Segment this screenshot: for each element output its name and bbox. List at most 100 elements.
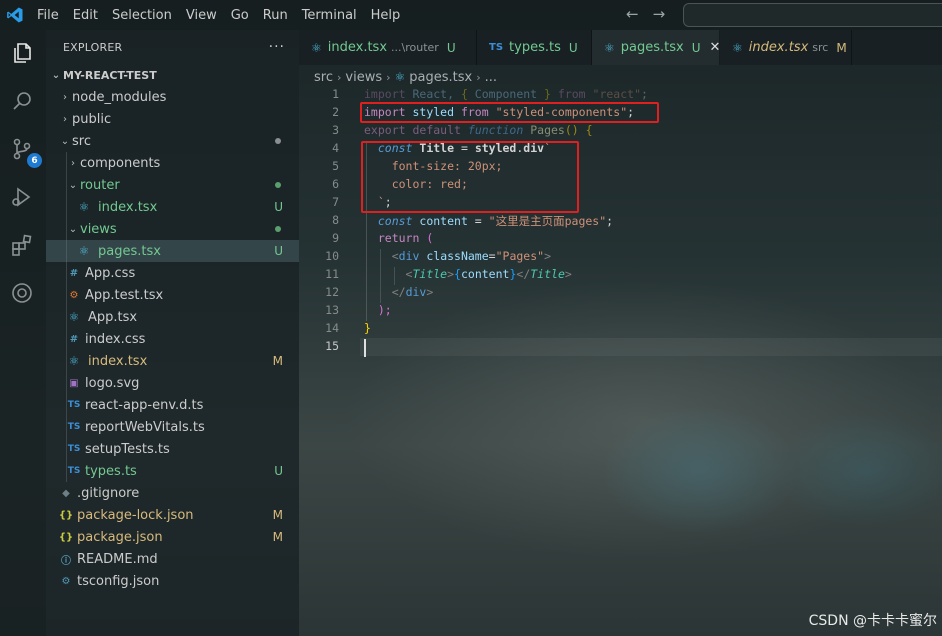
react-file-icon: ⚛ xyxy=(732,40,743,55)
indent-guide xyxy=(66,196,67,218)
tree-item-public[interactable]: › public xyxy=(46,108,299,130)
tree-item-logo-svg[interactable]: ▣ logo.svg xyxy=(46,372,299,394)
tree-item-views[interactable]: ⌄ views xyxy=(46,218,299,240)
tree-item-label: package-lock.json xyxy=(77,507,194,523)
menu-view[interactable]: View xyxy=(179,8,224,23)
css-file-icon: # xyxy=(69,267,79,279)
token: </ xyxy=(391,285,406,299)
line-number: 5 xyxy=(332,159,339,173)
breadcrumb-file[interactable]: pages.tsx xyxy=(409,70,472,85)
tree-item-node-modules[interactable]: › node_modules xyxy=(46,86,299,108)
tree-item-react-app-env[interactable]: TS react-app-env.d.ts xyxy=(46,394,299,416)
indent-guide xyxy=(66,328,67,350)
breadcrumb-src[interactable]: src xyxy=(314,70,333,85)
indent-guide xyxy=(66,152,67,174)
tree-item-app-test-tsx[interactable]: ⚙ App.test.tsx xyxy=(46,284,299,306)
current-line-highlight xyxy=(360,338,942,356)
extensions-icon[interactable] xyxy=(7,230,37,260)
ts-file-icon: TS xyxy=(67,400,81,410)
info-file-icon: ⓘ xyxy=(61,555,71,567)
token: > xyxy=(426,285,434,299)
tree-item-package-lock[interactable]: {} package-lock.json M xyxy=(46,504,299,526)
line-number: 14 xyxy=(325,321,339,335)
breadcrumb-views[interactable]: views xyxy=(345,70,382,85)
token: content xyxy=(460,267,510,281)
tree-item-types-ts[interactable]: TS types.ts U xyxy=(46,460,299,482)
tree-item-tsconfig[interactable]: ⚙ tsconfig.json xyxy=(46,570,299,592)
tree-item-index-css[interactable]: # index.css xyxy=(46,328,299,350)
chevron-right-icon: › xyxy=(336,70,342,84)
tab-git-status: U xyxy=(446,40,456,55)
chevron-down-icon: ⌄ xyxy=(60,135,70,147)
tab-label: index.tsx xyxy=(748,40,809,55)
tsconfig-file-icon: ⚙ xyxy=(61,575,71,587)
react-file-icon: ⚛ xyxy=(604,40,615,55)
tree-item-setup-tests[interactable]: TS setupTests.ts xyxy=(46,438,299,460)
tree-item-label: package.json xyxy=(77,529,163,545)
tree-item-pages-tsx[interactable]: ⚛ pages.tsx U xyxy=(46,240,299,262)
menu-run[interactable]: Run xyxy=(256,8,295,23)
token: React, xyxy=(405,87,461,101)
explorer-icon[interactable] xyxy=(7,38,37,68)
tree-item-app-css[interactable]: # App.css xyxy=(46,262,299,284)
token: ; xyxy=(606,214,614,228)
run-debug-icon[interactable] xyxy=(7,182,37,212)
tree-item-router-index-tsx[interactable]: ⚛ index.tsx U xyxy=(46,196,299,218)
tree-item-label: index.tsx xyxy=(88,353,148,369)
token: > xyxy=(447,267,455,281)
ts-file-icon: TS xyxy=(489,42,504,53)
token: </ xyxy=(516,267,531,281)
back-arrow-icon[interactable]: ← xyxy=(626,5,639,23)
tree-item-src-index-tsx[interactable]: ⚛ index.tsx M xyxy=(46,350,299,372)
tab-pages-tsx[interactable]: ⚛ pages.tsx U ✕ xyxy=(592,30,720,65)
tree-item-package-json[interactable]: {} package.json M xyxy=(46,526,299,548)
tab-types-ts[interactable]: TS types.ts U xyxy=(477,30,592,65)
token: { xyxy=(454,267,461,281)
token: { xyxy=(460,87,468,101)
more-actions-icon[interactable]: ··· xyxy=(269,39,285,55)
tab-src-index-tsx[interactable]: ⚛ index.tsx src M xyxy=(720,30,852,65)
line-number: 1 xyxy=(332,87,339,101)
tree-item-router[interactable]: ⌄ router xyxy=(46,174,299,196)
tree-item-src[interactable]: ⌄ src xyxy=(46,130,299,152)
menu-go[interactable]: Go xyxy=(224,8,256,23)
indent-guide xyxy=(66,240,67,262)
menu-terminal[interactable]: Terminal xyxy=(295,8,364,23)
source-control-icon[interactable]: 6 xyxy=(7,134,42,168)
tab-git-status: U xyxy=(568,40,578,55)
tree-item-report-web-vitals[interactable]: TS reportWebVitals.ts xyxy=(46,416,299,438)
menu-edit[interactable]: Edit xyxy=(66,8,105,23)
tree-item-label: App.css xyxy=(85,265,136,281)
token: export xyxy=(364,123,406,137)
code-line-3: export default function Pages() { xyxy=(364,123,593,137)
react-file-icon: ⚛ xyxy=(78,200,90,214)
tree-item-label: types.ts xyxy=(85,463,137,479)
code-line-9: return ( xyxy=(364,231,433,245)
tree-item-label: tsconfig.json xyxy=(77,573,160,589)
tree-item-app-tsx[interactable]: ⚛ App.tsx xyxy=(46,306,299,328)
line-number: 13 xyxy=(325,303,339,317)
close-icon[interactable]: ✕ xyxy=(710,40,721,55)
breadcrumb-symbol[interactable]: ... xyxy=(485,70,497,85)
tree-item-gitignore[interactable]: ◆ .gitignore xyxy=(46,482,299,504)
menu-file[interactable]: File xyxy=(30,8,66,23)
tab-router-index-tsx[interactable]: ⚛ index.tsx ...\router U xyxy=(299,30,477,65)
forward-arrow-icon[interactable]: → xyxy=(653,5,666,23)
react-file-icon: ⚛ xyxy=(311,40,322,55)
menu-help[interactable]: Help xyxy=(364,8,408,23)
navigation-arrows: ← → xyxy=(626,5,665,23)
workspace-root[interactable]: ⌄ MY-REACT-TEST xyxy=(46,64,299,86)
search-icon[interactable] xyxy=(7,86,37,116)
token: } xyxy=(364,321,371,335)
vscode-window: File Edit Selection View Go Run Terminal… xyxy=(0,0,942,636)
command-center-search[interactable] xyxy=(683,3,942,27)
token: from xyxy=(550,87,593,101)
tree-item-label: README.md xyxy=(77,551,158,567)
code-line-11: <Title>{content}</Title> xyxy=(364,267,572,281)
menu-selection[interactable]: Selection xyxy=(105,8,179,23)
tree-item-components[interactable]: › components xyxy=(46,152,299,174)
vscode-logo-icon xyxy=(0,0,30,30)
tree-item-readme[interactable]: ⓘ README.md xyxy=(46,548,299,570)
remote-explorer-icon[interactable] xyxy=(7,278,37,308)
chevron-right-icon: › xyxy=(71,157,75,169)
